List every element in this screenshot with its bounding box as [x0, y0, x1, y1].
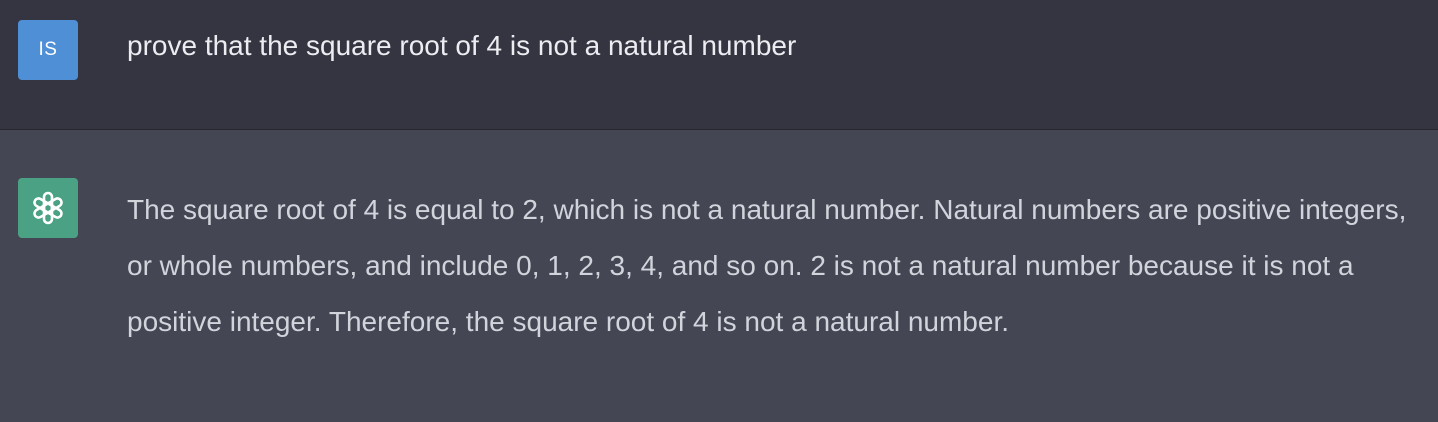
user-avatar: IS [18, 20, 78, 80]
user-message: IS prove that the square root of 4 is no… [0, 0, 1438, 130]
chat-thread: IS prove that the square root of 4 is no… [0, 0, 1438, 422]
openai-logo-icon [33, 191, 63, 225]
user-avatar-initials: IS [38, 39, 58, 60]
user-message-text: prove that the square root of 4 is not a… [127, 30, 797, 61]
assistant-avatar [18, 178, 78, 238]
assistant-message: The square root of 4 is equal to 2, whic… [0, 130, 1438, 422]
assistant-message-text: The square root of 4 is equal to 2, whic… [127, 194, 1407, 337]
